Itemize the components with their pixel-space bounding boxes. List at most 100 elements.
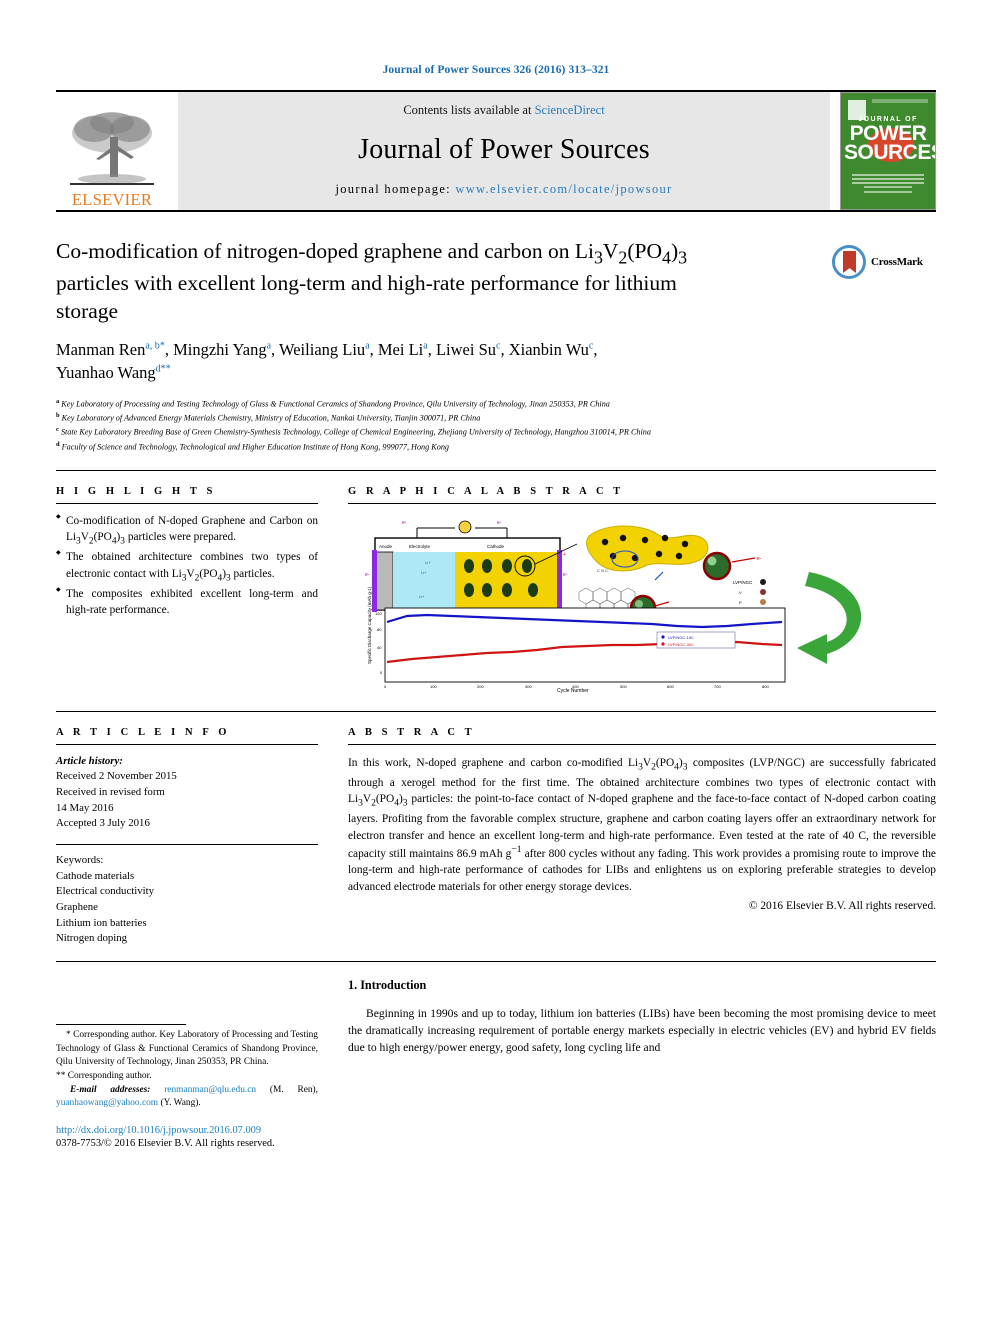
author-name: Yuanhao Wang xyxy=(56,363,156,383)
journal-homepage-line: journal homepage: www.elsevier.com/locat… xyxy=(335,182,672,197)
page-title: Co-modification of nitrogen-doped graphe… xyxy=(56,239,688,323)
elsevier-wordmark: ELSEVIER xyxy=(71,189,153,209)
email-owner-ren: (M. Ren), xyxy=(269,1084,319,1095)
homepage-prefix: journal homepage: xyxy=(335,182,456,196)
abstract-heading: A B S T R A C T xyxy=(348,726,476,738)
svg-text:+: + xyxy=(563,552,566,558)
doi-link[interactable]: http://dx.doi.org/10.1016/j.jpowsour.201… xyxy=(56,1125,318,1136)
svg-text:e-: e- xyxy=(563,572,568,578)
author-name: Liwei Su xyxy=(435,340,497,360)
keyword-item: Electrical conductivity xyxy=(56,885,155,898)
contents-line: Contents lists available at ScienceDirec… xyxy=(403,103,604,118)
highlights-list: Co-modification of N-doped Graphene and … xyxy=(56,513,318,618)
keyword-item: Nitrogen doping xyxy=(56,932,128,945)
title-block: CrossMark Co-modification of nitrogen-do… xyxy=(56,238,936,454)
svg-text:LVP/NGC: LVP/NGC xyxy=(733,580,753,585)
svg-text:120: 120 xyxy=(375,611,382,616)
author-corresponding-mark: ** xyxy=(160,363,171,375)
svg-text:400: 400 xyxy=(572,684,579,689)
svg-text:500: 500 xyxy=(620,684,627,689)
highlights-rule xyxy=(56,502,318,504)
svg-text:Cathode: Cathode xyxy=(487,544,505,549)
sciencedirect-link[interactable]: ScienceDirect xyxy=(535,103,605,117)
footnote-corresponding-1: * Corresponding author. Key Laboratory o… xyxy=(56,1029,318,1068)
abstract-text: In this work, N-doped graphene and carbo… xyxy=(348,756,937,893)
author-affil-mark: c xyxy=(496,340,501,352)
svg-text:40: 40 xyxy=(377,645,382,650)
svg-text:Electrolyte: Electrolyte xyxy=(409,544,431,549)
affiliation-text: Faculty of Science and Technology, Techn… xyxy=(61,442,450,452)
affiliation-item: b Key Laboratory of Advanced Energy Mate… xyxy=(56,411,846,425)
article-revised-label: Received in revised form xyxy=(56,786,165,799)
svg-text:e-: e- xyxy=(497,520,502,526)
keywords-label: Keywords: xyxy=(56,854,104,867)
footnotes-column: * Corresponding author. Key Laboratory o… xyxy=(56,978,318,1149)
running-head: Journal of Power Sources 326 (2016) 313–… xyxy=(382,64,610,76)
svg-text:Li+: Li+ xyxy=(419,594,425,599)
article-info-heading: A R T I C L E I N F O xyxy=(56,726,231,738)
highlights-graphical-row: H I G H L I G H T S Co-modification of N… xyxy=(56,471,936,701)
article-accepted: Accepted 3 July 2016 xyxy=(56,817,150,830)
keyword-item: Lithium ion batteries xyxy=(56,916,147,929)
keywords-rule xyxy=(56,844,318,846)
footnote-emails: E-mail addresses: renmanman@qlu.edu.cn (… xyxy=(56,1084,318,1111)
svg-text:LVP/NGC-10C: LVP/NGC-10C xyxy=(668,635,694,640)
affiliation-item: c State Key Laboratory Breeding Base of … xyxy=(56,425,846,439)
article-page: Journal of Power Sources 326 (2016) 313–… xyxy=(0,0,992,1323)
list-item: Co-modification of N-doped Graphene and … xyxy=(56,513,318,549)
affiliation-list: a Key Laboratory of Processing and Testi… xyxy=(56,397,846,454)
author-name: Mingzhi Yang xyxy=(173,340,267,360)
article-received: Received 2 November 2015 xyxy=(56,770,177,783)
highlights-column: H I G H L I G H T S Co-modification of N… xyxy=(56,471,318,701)
affiliation-mark: a xyxy=(56,398,60,405)
abstract-copyright: © 2016 Elsevier B.V. All rights reserved… xyxy=(748,900,936,913)
svg-text:e-: e- xyxy=(757,556,762,562)
svg-text:100: 100 xyxy=(430,684,437,689)
affiliation-text: Key Laboratory of Processing and Testing… xyxy=(61,399,610,409)
affiliation-mark: c xyxy=(56,426,59,434)
footnote-rule xyxy=(56,1023,186,1025)
cover-subtitle-lines xyxy=(852,174,924,186)
affiliation-mark: b xyxy=(56,412,60,420)
affiliation-item: a Key Laboratory of Processing and Testi… xyxy=(56,397,846,411)
keyword-item: Graphene xyxy=(56,900,98,913)
masthead-bottom-rule xyxy=(56,210,936,212)
contents-prefix: Contents lists available at xyxy=(403,103,535,117)
email-label: E-mail addresses: xyxy=(70,1084,151,1095)
introduction-paragraph: Beginning in 1990s and up to today, lith… xyxy=(348,1006,936,1054)
svg-text:200: 200 xyxy=(477,684,484,689)
masthead-center: Contents lists available at ScienceDirec… xyxy=(178,92,830,210)
article-info-rule xyxy=(56,743,318,745)
author-name: Weiliang Liu xyxy=(278,340,366,360)
author-affil-mark: a xyxy=(423,340,428,352)
cover-bottom-lines xyxy=(864,186,912,196)
svg-text:80: 80 xyxy=(377,627,382,632)
author-name: Manman Ren xyxy=(56,340,146,360)
email-link-wang[interactable]: yuanhaowang@yahoo.com xyxy=(56,1098,158,1108)
author-affil-mark: a, b xyxy=(145,340,160,352)
author-affil-mark: a xyxy=(266,340,272,352)
elsevier-tree-icon xyxy=(70,111,154,185)
email-link-ren[interactable]: renmanman@qlu.edu.cn xyxy=(164,1085,256,1095)
graphical-abstract-heading: G R A P H I C A L A B S T R A C T xyxy=(348,485,624,497)
article-history: Article history: Received 2 November 201… xyxy=(56,754,318,832)
author-affil-mark: a xyxy=(365,340,370,352)
graphical-abstract-figure: e- e- Anode Electrolyte Cathode Li+ Li+ … xyxy=(348,513,936,701)
footnote-block: * Corresponding author. Key Laboratory o… xyxy=(56,1029,318,1111)
highlights-heading: H I G H L I G H T S xyxy=(56,485,216,497)
journal-title: Journal of Power Sources xyxy=(358,134,650,165)
cover-sources-line: SOURCES xyxy=(844,141,936,165)
author-name: Mei Li xyxy=(377,340,424,360)
crossmark-badge[interactable]: CrossMark xyxy=(832,242,936,282)
homepage-url-link[interactable]: www.elsevier.com/locate/jpowsour xyxy=(455,182,672,196)
svg-text:P: P xyxy=(739,600,742,605)
footnote-corresponding-2: ** Corresponding author. xyxy=(56,1071,152,1082)
journal-cover-image: JOURNAL OF POWER SOURCES xyxy=(840,92,936,210)
author-name: Xianbin Wu xyxy=(508,340,589,360)
svg-text:600: 600 xyxy=(667,684,674,689)
footer-row: * Corresponding author. Key Laboratory o… xyxy=(56,978,936,1149)
svg-text:Anode: Anode xyxy=(379,544,393,549)
article-history-label: Article history: xyxy=(56,754,123,767)
cover-power-sources: POWER SOURCES xyxy=(844,123,936,165)
introduction-heading: 1. Introduction xyxy=(348,977,427,992)
